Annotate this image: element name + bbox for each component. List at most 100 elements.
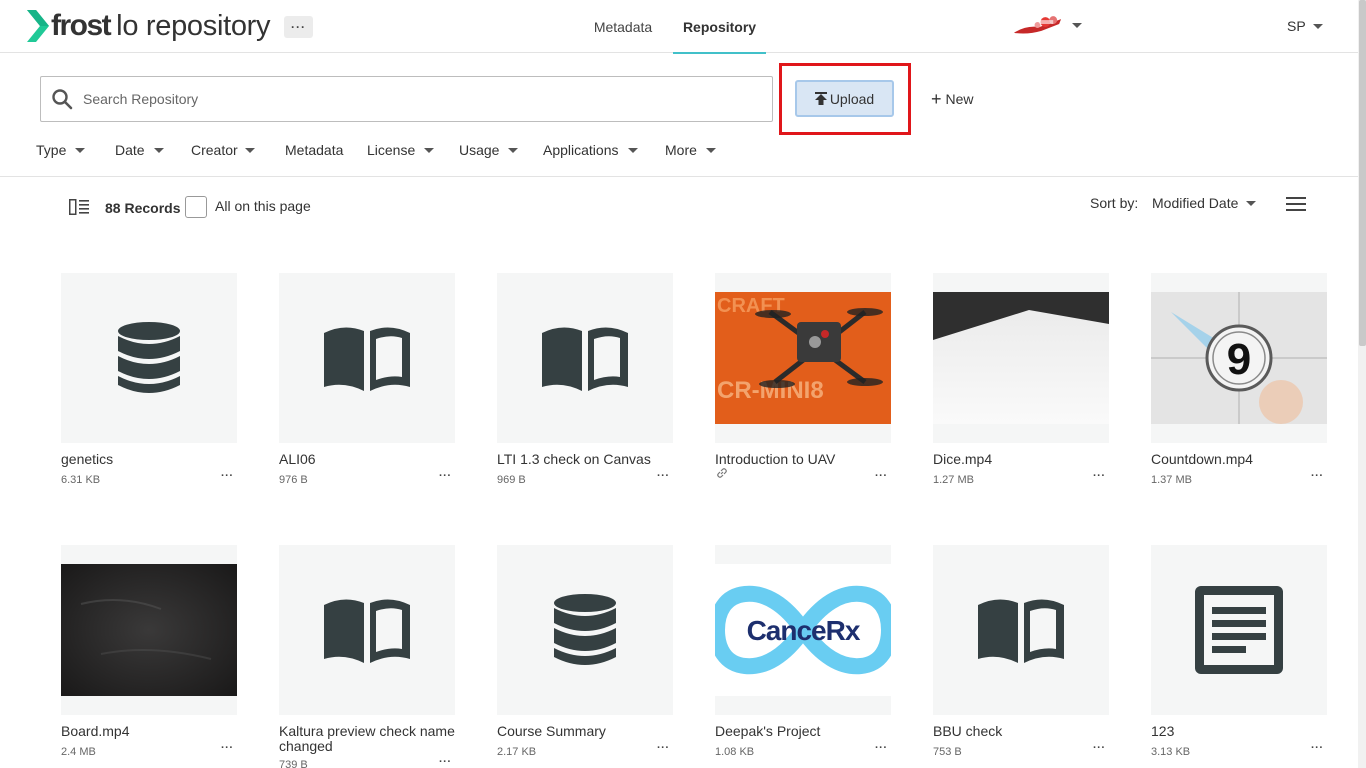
card-thumbnail[interactable] (279, 273, 455, 443)
card-more-button[interactable]: ··· (439, 470, 452, 482)
menu-icon[interactable] (1286, 197, 1306, 211)
new-label: New (945, 91, 974, 107)
filter-date[interactable]: Date (115, 140, 164, 160)
filter-label: More (665, 142, 697, 158)
card-more-button[interactable]: ··· (875, 742, 888, 754)
repository-card[interactable]: CanceRx Deepak's Project 1.08 KB ··· (715, 545, 891, 758)
card-title[interactable]: genetics (61, 452, 237, 467)
card-title[interactable]: BBU check (933, 724, 1109, 739)
chevron-down-icon (244, 147, 255, 153)
repository-card[interactable]: Course Summary 2.17 KB ··· (497, 545, 673, 758)
user-menu[interactable]: SP (1287, 18, 1323, 34)
repository-card[interactable]: Kaltura preview check name changed 739 B… (279, 545, 455, 768)
card-thumbnail[interactable]: CanceRx (715, 545, 891, 715)
select-all-checkbox[interactable] (185, 196, 207, 218)
card-more-button[interactable]: ··· (875, 470, 888, 482)
card-more-button[interactable]: ··· (221, 742, 234, 754)
filter-label: Usage (459, 142, 500, 158)
repository-card[interactable]: Board.mp4 2.4 MB ··· (61, 545, 237, 758)
card-more-button[interactable]: ··· (1093, 742, 1106, 754)
card-size: 2.4 MB (61, 746, 96, 758)
chevron-down-icon (627, 147, 638, 153)
new-button[interactable]: + New (931, 88, 974, 110)
card-size: 1.37 MB (1151, 474, 1192, 486)
filter-metadata[interactable]: Metadata (285, 140, 343, 160)
card-title[interactable]: 123 (1151, 724, 1327, 739)
details-view-icon[interactable] (69, 199, 89, 215)
search-box[interactable] (40, 76, 773, 122)
book-icon (542, 327, 628, 391)
repository-card[interactable]: LTI 1.3 check on Canvas 969 B ··· (497, 273, 673, 486)
search-input[interactable] (83, 91, 723, 107)
card-thumbnail[interactable] (497, 273, 673, 443)
repository-card[interactable]: genetics 6.31 KB ··· (61, 273, 237, 486)
card-title[interactable]: Dice.mp4 (933, 452, 1109, 467)
repository-card[interactable]: ALI06 976 B ··· (279, 273, 455, 486)
card-thumbnail[interactable] (933, 545, 1109, 715)
card-size: 976 B (279, 474, 308, 486)
scrollbar-thumb[interactable] (1359, 0, 1366, 346)
user-initials: SP (1287, 18, 1306, 34)
top-bar: frost lo repository ··· Metadata Reposit… (0, 0, 1358, 54)
filter-type[interactable]: Type (36, 140, 86, 160)
book-icon (978, 599, 1064, 663)
tab-metadata[interactable]: Metadata (590, 0, 656, 53)
tenant-logo (1013, 16, 1062, 34)
link-icon (717, 468, 727, 478)
select-all-label[interactable]: All on this page (215, 198, 311, 214)
logo-product: lo repository (116, 10, 271, 42)
records-count: 88 Records (105, 200, 181, 216)
tab-repository[interactable]: Repository (673, 0, 766, 54)
card-title[interactable]: Countdown.mp4 (1151, 452, 1327, 467)
card-thumbnail[interactable] (279, 545, 455, 715)
sort-dropdown[interactable]: Modified Date (1152, 195, 1257, 211)
repository-card[interactable]: 123 3.13 KB ··· (1151, 545, 1327, 758)
card-thumbnail[interactable] (61, 545, 237, 715)
filter-usage[interactable]: Usage (459, 140, 519, 160)
card-more-button[interactable]: ··· (439, 756, 452, 768)
card-title[interactable]: Course Summary (497, 724, 673, 739)
card-thumbnail[interactable] (497, 545, 673, 715)
board-video-thumbnail (61, 564, 237, 696)
filter-label: Applications (543, 142, 619, 158)
app-more-button[interactable]: ··· (284, 16, 313, 38)
card-more-button[interactable]: ··· (1093, 470, 1106, 482)
card-title[interactable]: Deepak's Project (715, 724, 891, 739)
card-more-button[interactable]: ··· (657, 742, 670, 754)
filter-applications[interactable]: Applications (543, 140, 638, 160)
repository-card[interactable]: CRAFT CR-MINI8 Introduction to UAV ··· (715, 273, 891, 482)
search-icon (52, 89, 73, 110)
card-thumbnail[interactable] (1151, 545, 1327, 715)
card-more-button[interactable]: ··· (221, 470, 234, 482)
card-title[interactable]: ALI06 (279, 452, 455, 467)
repository-card[interactable]: BBU check 753 B ··· (933, 545, 1109, 758)
filter-license[interactable]: License (367, 140, 435, 160)
card-thumbnail[interactable]: CRAFT CR-MINI8 (715, 273, 891, 443)
filter-label: Date (115, 142, 145, 158)
card-more-button[interactable]: ··· (1311, 470, 1324, 482)
card-title[interactable]: Kaltura preview check name changed (279, 724, 455, 754)
filter-more[interactable]: More (665, 140, 716, 160)
card-title[interactable]: Board.mp4 (61, 724, 237, 739)
repository-card[interactable]: Dice.mp4 1.27 MB ··· (933, 273, 1109, 486)
card-title[interactable]: Introduction to UAV (715, 452, 891, 467)
chevron-down-icon (424, 147, 435, 153)
card-size: 1.08 KB (715, 746, 755, 758)
book-icon (324, 327, 410, 391)
tenant-switcher[interactable] (1012, 12, 1082, 38)
card-more-button[interactable]: ··· (1311, 742, 1324, 754)
card-more-button[interactable]: ··· (657, 470, 670, 482)
plus-icon: + (931, 89, 942, 109)
repository-card[interactable]: 9 Countdown.mp4 1.37 MB ··· (1151, 273, 1327, 486)
card-thumbnail[interactable]: 9 (1151, 273, 1327, 443)
upload-button[interactable]: Upload (795, 80, 894, 117)
card-thumbnail[interactable] (933, 273, 1109, 443)
cancerx-image: CanceRx (715, 564, 891, 696)
app-logo[interactable]: frost lo repository (27, 9, 271, 43)
card-thumbnail[interactable] (61, 273, 237, 443)
filter-label: License (367, 142, 416, 158)
chevron-down-icon (153, 147, 164, 153)
sort-value: Modified Date (1152, 195, 1239, 211)
card-title[interactable]: LTI 1.3 check on Canvas (497, 452, 673, 467)
filter-creator[interactable]: Creator (191, 140, 255, 160)
